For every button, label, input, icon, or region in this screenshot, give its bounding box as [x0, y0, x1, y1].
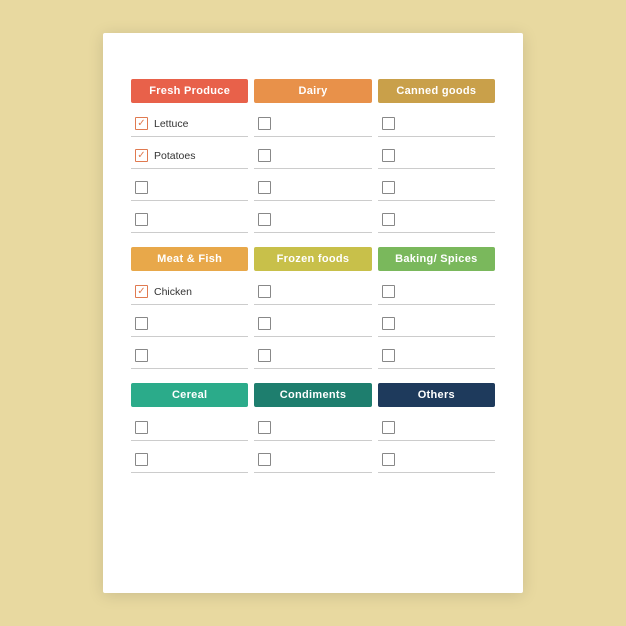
cell-0-2-0[interactable]	[131, 175, 248, 201]
cell-0-3-2[interactable]	[378, 207, 495, 233]
cell-1-1-2[interactable]	[378, 311, 495, 337]
cell-label-0-1-0: Potatoes	[154, 150, 195, 162]
section-header-0-1: Dairy	[254, 79, 371, 103]
section-header-1-2: Baking/ Spices	[378, 247, 495, 271]
checkbox-2-1-2[interactable]	[382, 453, 395, 466]
cell-0-1-1[interactable]	[254, 143, 371, 169]
rows-grid-0: ✓ Lettuce ✓ Potatoes	[131, 111, 495, 233]
checkbox-0-3-0[interactable]	[135, 213, 148, 226]
checkbox-0-1-2[interactable]	[382, 149, 395, 162]
cell-2-1-0[interactable]	[131, 447, 248, 473]
cell-0-0-0[interactable]: ✓ Lettuce	[131, 111, 248, 137]
checkbox-1-1-2[interactable]	[382, 317, 395, 330]
cell-1-1-0[interactable]	[131, 311, 248, 337]
section-headers-2: CerealCondiments Others	[131, 383, 495, 407]
section-header-2-0: Cereal	[131, 383, 248, 407]
checkbox-0-1-1[interactable]	[258, 149, 271, 162]
cell-0-3-0[interactable]	[131, 207, 248, 233]
rows-grid-1: ✓ Chicken	[131, 279, 495, 369]
checkbox-1-1-1[interactable]	[258, 317, 271, 330]
checkbox-2-0-1[interactable]	[258, 421, 271, 434]
section-headers-1: Meat & FishFrozen foods Baking/ Spices	[131, 247, 495, 271]
checkbox-1-0-2[interactable]	[382, 285, 395, 298]
checkbox-0-2-2[interactable]	[382, 181, 395, 194]
checkbox-2-0-0[interactable]	[135, 421, 148, 434]
checkbox-0-2-1[interactable]	[258, 181, 271, 194]
cell-0-1-0[interactable]: ✓ Potatoes	[131, 143, 248, 169]
cell-0-0-1[interactable]	[254, 111, 371, 137]
cell-1-2-2[interactable]	[378, 343, 495, 369]
section-header-0-2: Canned goods	[378, 79, 495, 103]
checkbox-1-2-1[interactable]	[258, 349, 271, 362]
cell-0-3-1[interactable]	[254, 207, 371, 233]
cell-1-0-1[interactable]	[254, 279, 371, 305]
checkbox-0-0-1[interactable]	[258, 117, 271, 130]
checkbox-0-1-0[interactable]: ✓	[135, 149, 148, 162]
cell-0-1-2[interactable]	[378, 143, 495, 169]
checkbox-1-1-0[interactable]	[135, 317, 148, 330]
grocery-list-paper: Fresh ProduceDairy Canned goods ✓ Lettuce ✓ P…	[103, 33, 523, 593]
cell-0-2-2[interactable]	[378, 175, 495, 201]
cell-label-1-0-0: Chicken	[154, 286, 192, 298]
cell-2-0-1[interactable]	[254, 415, 371, 441]
cell-2-0-2[interactable]	[378, 415, 495, 441]
section-header-1-1: Frozen foods	[254, 247, 371, 271]
checkbox-2-1-0[interactable]	[135, 453, 148, 466]
cell-1-0-0[interactable]: ✓ Chicken	[131, 279, 248, 305]
checkbox-2-0-2[interactable]	[382, 421, 395, 434]
checkbox-1-0-0[interactable]: ✓	[135, 285, 148, 298]
cell-0-2-1[interactable]	[254, 175, 371, 201]
checkbox-2-1-1[interactable]	[258, 453, 271, 466]
section-header-1-0: Meat & Fish	[131, 247, 248, 271]
cell-0-0-2[interactable]	[378, 111, 495, 137]
checkbox-0-2-0[interactable]	[135, 181, 148, 194]
cell-1-0-2[interactable]	[378, 279, 495, 305]
rows-grid-2	[131, 415, 495, 473]
checkbox-1-2-0[interactable]	[135, 349, 148, 362]
cell-2-0-0[interactable]	[131, 415, 248, 441]
checkbox-1-2-2[interactable]	[382, 349, 395, 362]
checkbox-0-3-2[interactable]	[382, 213, 395, 226]
cell-1-1-1[interactable]	[254, 311, 371, 337]
checkbox-0-3-1[interactable]	[258, 213, 271, 226]
checkbox-0-0-2[interactable]	[382, 117, 395, 130]
cell-1-2-1[interactable]	[254, 343, 371, 369]
section-header-0-0: Fresh Produce	[131, 79, 248, 103]
cell-1-2-0[interactable]	[131, 343, 248, 369]
checkbox-0-0-0[interactable]: ✓	[135, 117, 148, 130]
section-header-2-1: Condiments	[254, 383, 371, 407]
section-headers-0: Fresh ProduceDairy Canned goods	[131, 79, 495, 103]
cell-label-0-0-0: Lettuce	[154, 118, 188, 130]
cell-2-1-2[interactable]	[378, 447, 495, 473]
section-header-2-2: Others	[378, 383, 495, 407]
cell-2-1-1[interactable]	[254, 447, 371, 473]
checkbox-1-0-1[interactable]	[258, 285, 271, 298]
